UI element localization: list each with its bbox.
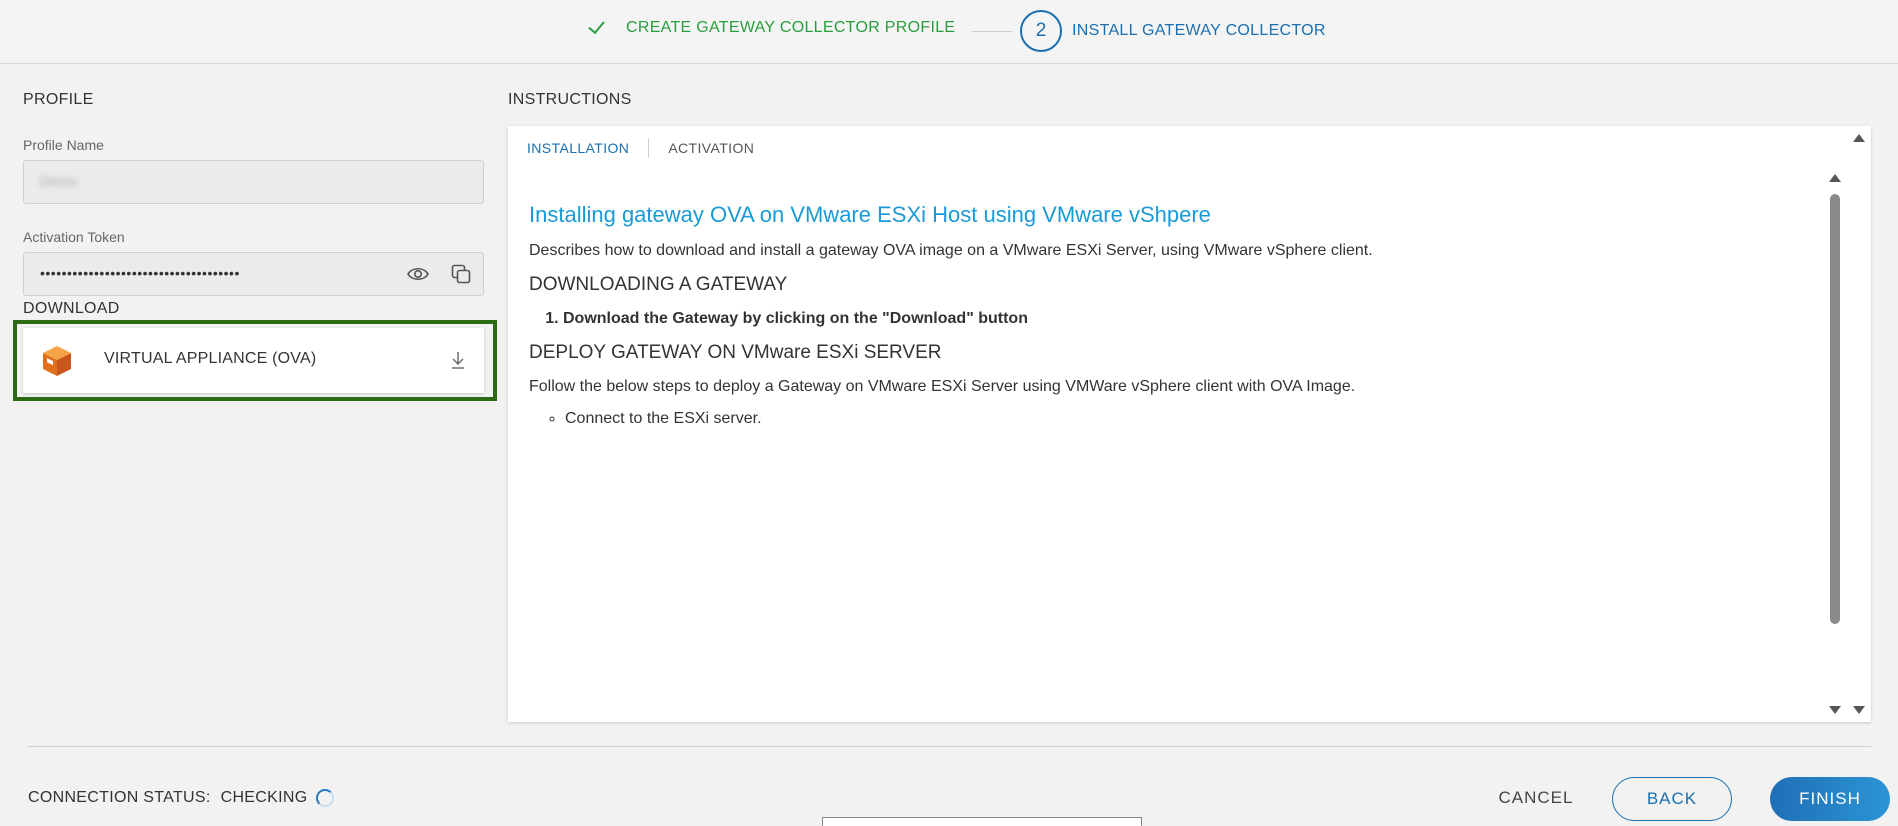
download-icon[interactable] xyxy=(450,350,466,370)
downloading-steps-list: Download the Gateway by clicking on the … xyxy=(563,310,1809,328)
instructions-section-title: INSTRUCTIONS xyxy=(508,91,632,108)
activation-token-field[interactable]: ••••••••••••••••••••••••••••••••••••• xyxy=(23,252,484,296)
downloading-gateway-title: DOWNLOADING A GATEWAY xyxy=(529,274,788,295)
activation-token-value: ••••••••••••••••••••••••••••••••••••• xyxy=(40,265,240,281)
deploy-gateway-title: DEPLOY GATEWAY ON VMware ESXi SERVER xyxy=(529,342,942,363)
connection-status-label: CONNECTION STATUS: xyxy=(28,789,211,806)
tab-installation[interactable]: INSTALLATION xyxy=(527,140,629,156)
instructions-description: Describes how to download and install a … xyxy=(529,242,1373,259)
list-item: Connect to the ESXi server. xyxy=(565,410,1809,428)
outer-scroll-down-arrow[interactable] xyxy=(1853,706,1865,714)
step-install-collector[interactable]: 2 INSTALL GATEWAY COLLECTOR xyxy=(1020,10,1326,52)
deploy-gateway-text: Follow the below steps to deploy a Gatew… xyxy=(529,378,1356,395)
cancel-button[interactable]: CANCEL xyxy=(1480,777,1592,819)
virtual-appliance-box-icon xyxy=(43,346,71,376)
back-button[interactable]: BACK xyxy=(1612,777,1732,821)
connection-status-value: CHECKING xyxy=(220,789,308,806)
tab-separator xyxy=(648,138,650,158)
activation-token-label: Activation Token xyxy=(23,229,125,245)
loading-spinner-icon xyxy=(316,789,335,807)
instructions-tabs: INSTALLATION ACTIVATION xyxy=(527,136,754,160)
profile-name-field[interactable]: Demo xyxy=(23,160,484,204)
footer-divider xyxy=(27,746,1871,747)
list-item: Download the Gateway by clicking on the … xyxy=(563,310,1809,328)
inner-scroll-down-arrow[interactable] xyxy=(1829,706,1841,714)
copy-icon[interactable] xyxy=(451,264,471,284)
wizard-stepper: CREATE GATEWAY COLLECTOR PROFILE 2 INSTA… xyxy=(0,0,1898,64)
profile-name-label: Profile Name xyxy=(23,137,104,153)
connection-status: CONNECTION STATUS: CHECKING xyxy=(28,789,335,807)
step-create-profile-label: CREATE GATEWAY COLLECTOR PROFILE xyxy=(626,19,956,36)
profile-name-value: Demo xyxy=(40,173,78,189)
profile-section-title: PROFILE xyxy=(23,91,94,108)
step-number-badge: 2 xyxy=(1020,10,1062,52)
download-highlight: VIRTUAL APPLIANCE (OVA) xyxy=(13,320,497,401)
download-ova-card[interactable]: VIRTUAL APPLIANCE (OVA) xyxy=(23,328,484,393)
step-connector xyxy=(972,31,1012,32)
instructions-content: Installing gateway OVA on VMware ESXi Ho… xyxy=(529,202,1809,428)
instructions-heading: Installing gateway OVA on VMware ESXi Ho… xyxy=(529,202,1211,227)
instructions-scrollbar-thumb[interactable] xyxy=(1830,194,1840,624)
checkmark-icon xyxy=(586,17,608,39)
step-create-profile[interactable]: CREATE GATEWAY COLLECTOR PROFILE xyxy=(586,17,955,39)
download-ova-label: VIRTUAL APPLIANCE (OVA) xyxy=(104,350,317,367)
outer-scroll-up-arrow[interactable] xyxy=(1853,134,1865,142)
tab-activation[interactable]: ACTIVATION xyxy=(668,140,754,156)
deploy-steps-list: Connect to the ESXi server. xyxy=(565,410,1809,428)
download-section-title: DOWNLOAD xyxy=(23,300,120,317)
inner-scroll-up-arrow[interactable] xyxy=(1829,174,1841,182)
tooltip-popup xyxy=(822,817,1142,826)
step-install-collector-label: INSTALL GATEWAY COLLECTOR xyxy=(1072,22,1326,39)
finish-button[interactable]: FINISH xyxy=(1770,777,1890,821)
eye-icon[interactable] xyxy=(407,266,429,282)
instructions-panel: INSTALLATION ACTIVATION Installing gatew… xyxy=(508,126,1871,722)
